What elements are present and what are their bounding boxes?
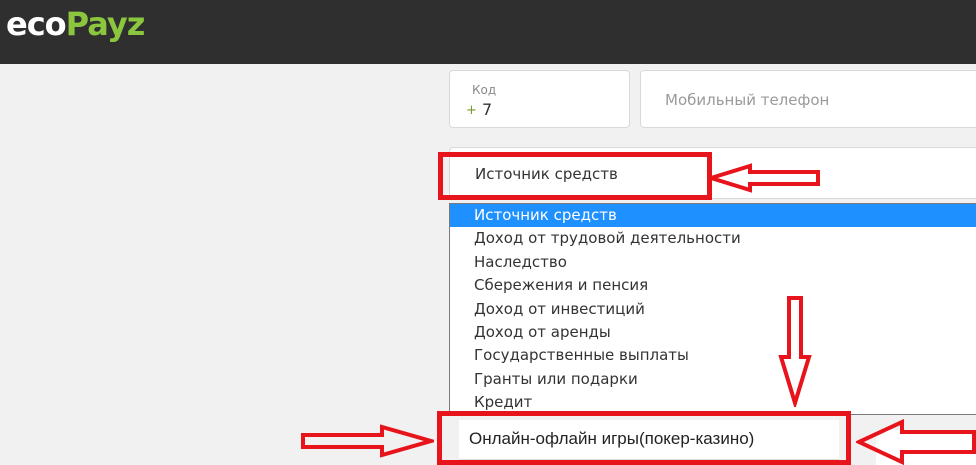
dropdown-option[interactable]: Доход от аренды: [450, 321, 976, 344]
left-arrow-icon: [708, 163, 820, 193]
mobile-phone-input[interactable]: Мобильный телефон: [640, 70, 976, 128]
code-value: 7: [482, 100, 493, 119]
logo-eco-text: eco: [6, 5, 67, 43]
dropdown-option[interactable]: Доход от трудовой деятельности: [450, 227, 976, 250]
right-arrow-icon: [301, 424, 434, 458]
source-of-funds-dropdown[interactable]: Источник средств Доход от трудовой деяте…: [449, 203, 976, 415]
annotation-highlight-box-source: [438, 152, 712, 200]
app-header: ecoPayz: [0, 0, 976, 64]
country-code-field[interactable]: Код + 7: [449, 70, 630, 128]
dropdown-option[interactable]: Наследство: [450, 251, 976, 274]
dropdown-option[interactable]: Сбережения и пенсия: [450, 274, 976, 297]
dropdown-option[interactable]: Гранты или подарки: [450, 368, 976, 391]
mobile-phone-placeholder: Мобильный телефон: [665, 91, 830, 109]
annotation-highlight-box-online-games: [437, 411, 851, 465]
code-label: Код: [472, 83, 497, 97]
dropdown-option[interactable]: Государственные выплаты: [450, 344, 976, 367]
logo-payz-text: Payz: [65, 5, 146, 43]
down-arrow-icon: [778, 296, 812, 407]
code-plus-sign: +: [466, 103, 477, 118]
dropdown-option[interactable]: Источник средств: [450, 204, 976, 228]
ecopayz-logo[interactable]: ecoPayz: [6, 2, 146, 46]
dropdown-option[interactable]: Доход от инвестиций: [450, 298, 976, 321]
left-arrow-icon-right: [856, 419, 976, 465]
